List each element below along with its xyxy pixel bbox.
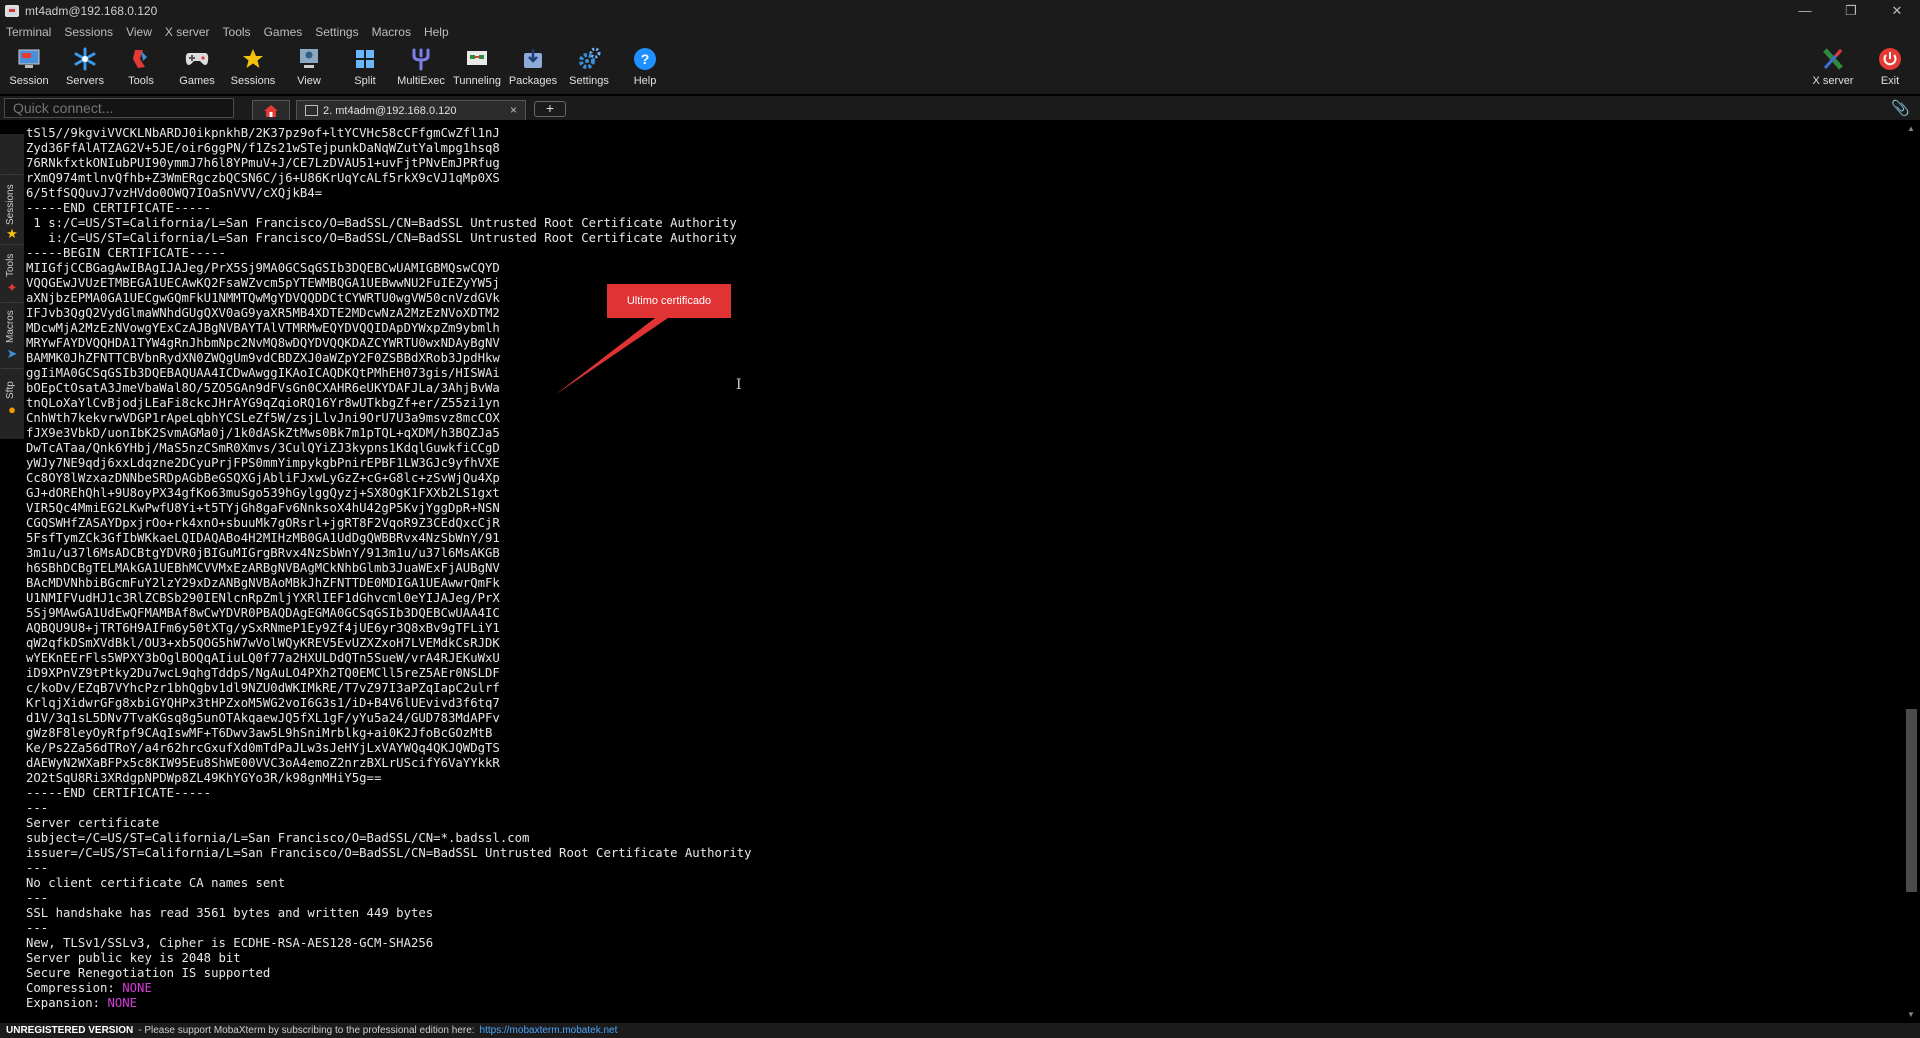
- scroll-thumb[interactable]: [1906, 709, 1917, 892]
- scroll-down-icon[interactable]: ▼: [1904, 1010, 1918, 1022]
- text-cursor-icon: I: [736, 377, 742, 393]
- status-bar: UNREGISTERED VERSION - Please support Mo…: [0, 1023, 1920, 1038]
- annotation-arrow: [555, 318, 668, 395]
- annotation-label: Ultimo certificado: [607, 284, 731, 318]
- terminal-scrollbar[interactable]: ▲ ▼: [1904, 124, 1918, 1022]
- status-message: - Please support MobaXterm by subscribin…: [138, 1025, 475, 1036]
- mobaxterm-window: mt4adm@192.168.0.120 — ❐ ✕ Terminal Sess…: [0, 0, 1920, 1038]
- unregistered-label: UNREGISTERED VERSION: [6, 1025, 134, 1036]
- mobaxterm-link[interactable]: https://mobaxterm.mobatek.net: [480, 1025, 618, 1036]
- scroll-up-icon[interactable]: ▲: [1904, 124, 1918, 136]
